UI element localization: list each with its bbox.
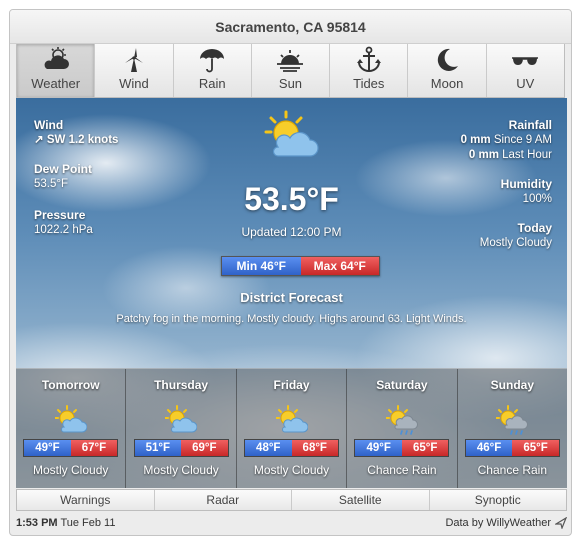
forecast-day[interactable]: Friday 48°F 68°F Mostly Cloudy xyxy=(237,369,348,488)
data-credit-link[interactable]: Data by WillyWeather xyxy=(445,517,567,529)
tab-weather[interactable]: Weather xyxy=(17,44,96,97)
forecast-day[interactable]: Sunday 46°F 65°F Chance Rain xyxy=(458,369,567,488)
forecast-day-name: Sunday xyxy=(490,378,534,392)
forecast-min: 48°F xyxy=(245,440,292,456)
tab-warnings[interactable]: Warnings xyxy=(17,490,155,510)
forecast-min-max: 51°F 69°F xyxy=(133,439,229,457)
district-forecast-title: District Forecast xyxy=(240,290,343,305)
sun-icon xyxy=(277,50,304,72)
tab-wind[interactable]: Wind xyxy=(95,44,174,97)
forecast-min-max: 46°F 65°F xyxy=(464,439,560,457)
sun-rain-icon xyxy=(385,405,418,435)
willyweather-logo-icon xyxy=(555,517,567,529)
forecast-day-name: Friday xyxy=(273,378,310,392)
wind-value-row: ↗ SW 1.2 knots xyxy=(34,133,118,148)
forecast-condition: Chance Rain xyxy=(477,463,548,477)
wind-value: SW 1.2 knots xyxy=(46,134,119,146)
forecast-max: 67°F xyxy=(70,440,118,456)
forecast-day-name: Saturday xyxy=(376,378,428,392)
forecast-min: 51°F xyxy=(134,440,182,456)
wind-block: Wind ↗ SW 1.2 knots xyxy=(34,118,118,148)
forecast-day[interactable]: Thursday 51°F 69°F Mostly Cloudy xyxy=(126,369,237,488)
forecast-min-max: 49°F 67°F xyxy=(23,439,119,457)
wind-label: Wind xyxy=(34,118,64,132)
min-max-bar: Min 46°F Max 64°F xyxy=(221,256,380,276)
tab-uv[interactable]: UV xyxy=(487,44,564,97)
forecast-strip: Tomorrow 49°F 67°F Mostly Cloudy Thursda… xyxy=(16,368,567,488)
tab-label: Wind xyxy=(119,76,149,91)
rainfall-block: Rainfall 0 mm Since 9 AM 0 mm Last Hour xyxy=(461,118,552,163)
forecast-max: 69°F xyxy=(181,440,228,456)
forecast-condition: Chance Rain xyxy=(367,463,437,477)
weather-icon xyxy=(44,47,69,69)
tab-bar: Weather Wind Rain Sun Tides Moon UV xyxy=(16,44,565,98)
forecast-max: 65°F xyxy=(401,440,449,456)
forecast-condition: Mostly Cloudy xyxy=(143,463,219,477)
forecast-min: 49°F xyxy=(24,440,71,456)
current-conditions-panel: Wind ↗ SW 1.2 knots Dew Point 53.5°F Pre… xyxy=(16,98,567,488)
wind-direction-icon: ↗ xyxy=(34,134,44,146)
forecast-day-name: Tomorrow xyxy=(41,378,100,392)
forecast-max: 68°F xyxy=(291,440,339,456)
rainfall-since9: 0 mm Since 9 AM xyxy=(461,133,552,148)
current-temperature: 53.5°F xyxy=(244,181,339,217)
forecast-day[interactable]: Saturday 49°F 65°F Chance Rain xyxy=(347,369,458,488)
umbrella-icon xyxy=(200,49,225,73)
anchor-icon xyxy=(356,46,381,72)
rainfall-lasthour-amount: 0 mm xyxy=(468,149,499,161)
forecast-day[interactable]: Tomorrow 49°F 67°F Mostly Cloudy xyxy=(16,369,127,488)
location-title: Sacramento, CA 95814 xyxy=(10,10,571,44)
max-temperature: Max 64°F xyxy=(300,257,379,275)
rainfall-since9-text: Since 9 AM xyxy=(493,134,552,146)
weather-widget: Sacramento, CA 95814 Weather Wind Rain S… xyxy=(9,9,572,536)
tab-satellite[interactable]: Satellite xyxy=(292,490,430,510)
forecast-min: 49°F xyxy=(355,440,402,456)
tab-synoptic[interactable]: Synoptic xyxy=(430,490,567,510)
moon-icon xyxy=(437,48,459,71)
partly-cloudy-icon xyxy=(165,405,198,433)
tab-radar[interactable]: Radar xyxy=(155,490,292,510)
sun-rain-icon xyxy=(496,405,529,435)
forecast-min: 46°F xyxy=(465,440,513,456)
partly-cloudy-icon xyxy=(275,405,308,433)
status-date: Tue Feb 11 xyxy=(60,517,116,529)
tab-label: Weather xyxy=(31,76,81,91)
forecast-min-max: 48°F 68°F xyxy=(244,439,340,457)
rainfall-since9-amount: 0 mm xyxy=(460,134,491,146)
status-time: 1:53 PM xyxy=(16,517,58,529)
tab-sun[interactable]: Sun xyxy=(252,44,331,97)
tab-label: Sun xyxy=(278,76,303,91)
bottom-tab-bar: Warnings Radar Satellite Synoptic xyxy=(16,489,567,511)
tab-label: Tides xyxy=(353,76,385,91)
tab-label: UV xyxy=(516,76,535,91)
dewpoint-label: Dew Point xyxy=(34,162,93,176)
tab-label: Rain xyxy=(198,76,226,91)
forecast-condition: Mostly Cloudy xyxy=(33,463,109,477)
partly-cloudy-icon xyxy=(54,405,87,433)
tab-rain[interactable]: Rain xyxy=(174,44,252,97)
forecast-max: 65°F xyxy=(512,440,559,456)
status-bar: 1:53 PM Tue Feb 11 Data by WillyWeather xyxy=(16,514,567,532)
partly-cloudy-icon xyxy=(264,110,319,157)
forecast-day-name: Thursday xyxy=(154,378,209,392)
tab-label: Moon xyxy=(430,76,464,91)
tab-tides[interactable]: Tides xyxy=(330,44,409,97)
min-temperature: Min 46°F xyxy=(222,257,301,275)
rainfall-lasthour: 0 mm Last Hour xyxy=(461,148,552,163)
tab-moon[interactable]: Moon xyxy=(408,44,487,97)
rainfall-label: Rainfall xyxy=(508,118,552,132)
status-datetime: 1:53 PM Tue Feb 11 xyxy=(16,517,115,529)
forecast-min-max: 49°F 65°F xyxy=(354,439,450,457)
rainfall-lasthour-text: Last Hour xyxy=(502,149,552,161)
data-credit: Data by WillyWeather xyxy=(445,517,551,529)
forecast-condition: Mostly Cloudy xyxy=(253,463,330,477)
updated-time: Updated 12:00 PM xyxy=(241,225,342,239)
district-forecast-text: Patchy fog in the morning. Mostly cloudy… xyxy=(116,313,467,325)
sunglasses-icon xyxy=(512,57,539,65)
wind-icon xyxy=(124,48,143,72)
